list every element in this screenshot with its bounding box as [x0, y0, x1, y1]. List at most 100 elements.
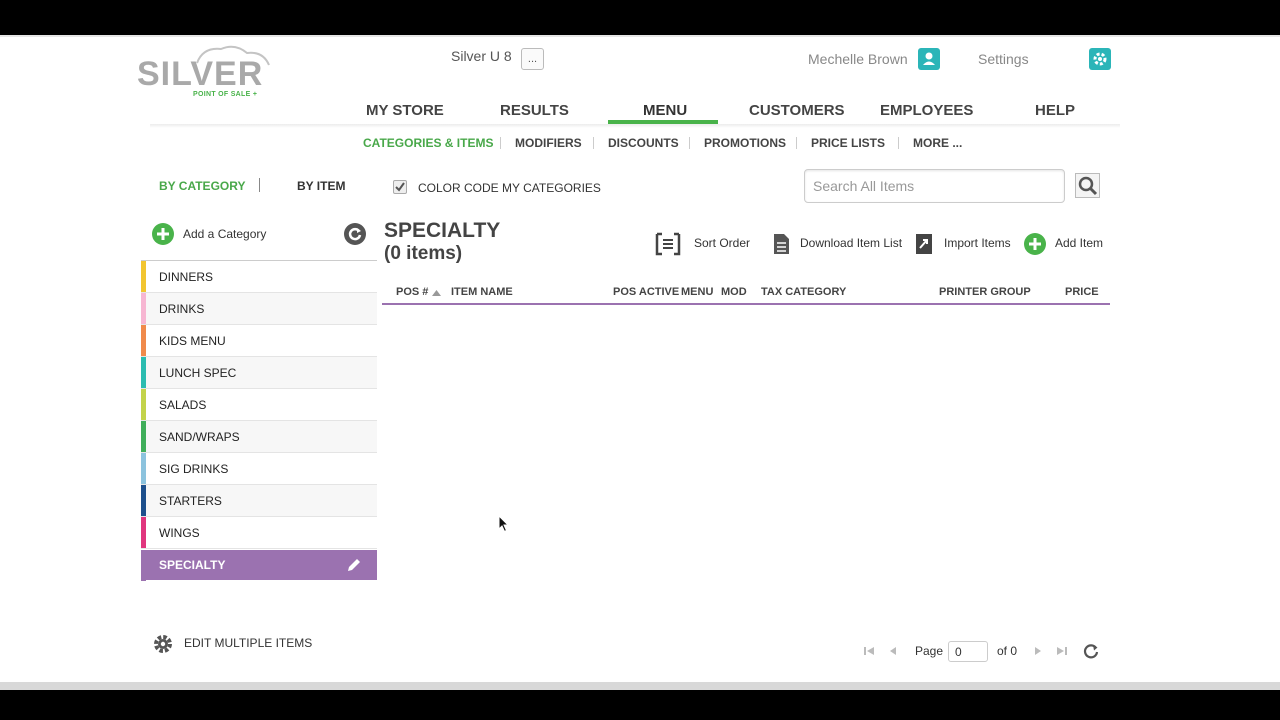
last-page-icon[interactable] [1056, 645, 1068, 657]
category-item[interactable]: DRINKS [141, 293, 377, 325]
user-profile-icon[interactable] [918, 48, 940, 70]
subnav-separator [796, 137, 797, 149]
col-header-tax-category[interactable]: TAX CATEGORY [761, 286, 846, 298]
category-color-bar [141, 517, 146, 548]
nav-menu[interactable]: MENU [643, 102, 687, 119]
silver-logo[interactable]: SILVER POINT OF SALE + [137, 43, 277, 99]
subnav-price-lists[interactable]: PRICE LISTS [811, 136, 885, 150]
category-item[interactable]: STARTERS [141, 485, 377, 517]
category-item[interactable]: WINGS [141, 517, 377, 549]
col-header-pos-number[interactable]: POS # [396, 286, 428, 298]
category-color-bar [141, 261, 146, 292]
refresh-categories-icon[interactable] [344, 223, 366, 245]
page-number-input[interactable] [948, 641, 988, 662]
sort-order-button[interactable]: Sort Order [694, 236, 750, 250]
nav-customers[interactable]: CUSTOMERS [749, 102, 845, 119]
import-items-button[interactable]: Import Items [944, 236, 1011, 250]
logo-tagline: POINT OF SALE + [193, 91, 258, 98]
sort-order-icon[interactable] [655, 232, 681, 256]
category-label: STARTERS [159, 494, 222, 508]
subnav-promotions[interactable]: PROMOTIONS [704, 136, 786, 150]
category-label: DRINKS [159, 302, 205, 316]
tab-separator [259, 178, 260, 192]
store-name: Silver U 8 [451, 48, 512, 64]
window-bottom-strip [0, 682, 1280, 690]
gear-icon[interactable] [151, 632, 175, 656]
mouse-cursor-icon [498, 515, 510, 533]
category-item[interactable]: KIDS MENU [141, 325, 377, 357]
download-item-list-button[interactable]: Download Item List [800, 236, 902, 250]
category-item[interactable]: LUNCH SPEC [141, 357, 377, 389]
subnav-separator [593, 137, 594, 149]
col-header-price[interactable]: PRICE [1065, 286, 1099, 298]
import-items-icon[interactable] [914, 232, 936, 254]
logo-wordmark: SILVER [137, 55, 264, 93]
nav-my-store[interactable]: MY STORE [366, 102, 444, 119]
category-label: SPECIALTY [159, 558, 226, 572]
subnav-separator [500, 137, 501, 149]
nav-employees[interactable]: EMPLOYEES [880, 102, 973, 119]
subnav-categories-items[interactable]: CATEGORIES & ITEMS [363, 136, 493, 150]
color-code-checkbox[interactable] [393, 180, 407, 194]
color-code-label[interactable]: COLOR CODE MY CATEGORIES [418, 181, 601, 195]
tab-by-category[interactable]: BY CATEGORY [159, 179, 245, 193]
category-color-bar [141, 389, 146, 420]
category-color-bar [141, 485, 146, 516]
col-header-menu[interactable]: MENU [681, 286, 713, 298]
add-item-button[interactable]: Add Item [1055, 236, 1103, 250]
user-name[interactable]: Mechelle Brown [808, 51, 908, 67]
refresh-icon[interactable] [1082, 642, 1100, 660]
previous-page-icon[interactable] [887, 645, 899, 657]
edit-multiple-items-button[interactable]: EDIT MULTIPLE ITEMS [184, 636, 312, 650]
category-list: DINNERS DRINKS KIDS MENU LUNCH SPEC SALADS SA… [141, 261, 377, 581]
download-list-icon[interactable] [771, 232, 793, 254]
category-color-bar [141, 357, 146, 388]
table-header-divider [382, 303, 1110, 305]
nav-results[interactable]: RESULTS [500, 102, 569, 119]
page-total: of 0 [997, 644, 1018, 658]
category-color-bar [141, 453, 146, 484]
subnav-discounts[interactable]: DISCOUNTS [608, 136, 679, 150]
subnav-separator [689, 137, 690, 149]
add-category-icon[interactable] [152, 223, 174, 245]
col-header-pos-active[interactable]: POS ACTIVE [613, 286, 679, 298]
subnav-modifiers[interactable]: MODIFIERS [515, 136, 582, 150]
category-color-bar [141, 550, 146, 581]
settings-link[interactable]: Settings [978, 51, 1029, 67]
category-color-bar [141, 293, 146, 324]
category-color-bar [141, 325, 146, 356]
category-label: KIDS MENU [159, 334, 226, 348]
search-icon[interactable] [1075, 173, 1100, 198]
category-item[interactable]: DINNERS [141, 261, 377, 293]
nav-divider [150, 124, 1120, 128]
category-label: LUNCH SPEC [159, 366, 237, 380]
category-item-count: (0 items) [384, 243, 463, 264]
category-label: SALADS [159, 398, 207, 412]
first-page-icon[interactable] [863, 645, 875, 657]
category-label: SIG DRINKS [159, 462, 229, 476]
gear-icon[interactable] [1089, 48, 1111, 70]
sort-ascending-icon [432, 290, 441, 296]
next-page-icon[interactable] [1032, 645, 1044, 657]
pencil-icon[interactable] [345, 556, 363, 574]
category-label: WINGS [159, 526, 200, 540]
page-label: Page [915, 644, 944, 658]
subnav-more[interactable]: MORE ... [913, 136, 962, 150]
main-nav: MY STORE RESULTS MENU CUSTOMERS EMPLOYEE… [340, 97, 1120, 125]
store-switch-button[interactable]: ... [521, 48, 544, 70]
tab-by-item[interactable]: BY ITEM [297, 179, 345, 193]
category-item[interactable]: SIG DRINKS [141, 453, 377, 485]
category-item[interactable]: SPECIALTY [141, 550, 377, 581]
category-item[interactable]: SALADS [141, 389, 377, 421]
app-frame: SILVER POINT OF SALE + Silver U 8 ... Me… [0, 35, 1280, 684]
add-category-button[interactable]: Add a Category [183, 227, 266, 241]
col-header-item-name[interactable]: ITEM NAME [451, 286, 513, 298]
nav-help[interactable]: HELP [1035, 102, 1075, 119]
category-item[interactable]: SAND/WRAPS [141, 421, 377, 453]
category-title: SPECIALTY [384, 219, 501, 242]
col-header-printer-group[interactable]: PRINTER GROUP [939, 286, 1031, 298]
search-input[interactable] [804, 169, 1065, 203]
col-header-mod[interactable]: MOD [721, 286, 747, 298]
category-color-bar [141, 421, 146, 452]
add-item-icon[interactable] [1024, 233, 1046, 255]
